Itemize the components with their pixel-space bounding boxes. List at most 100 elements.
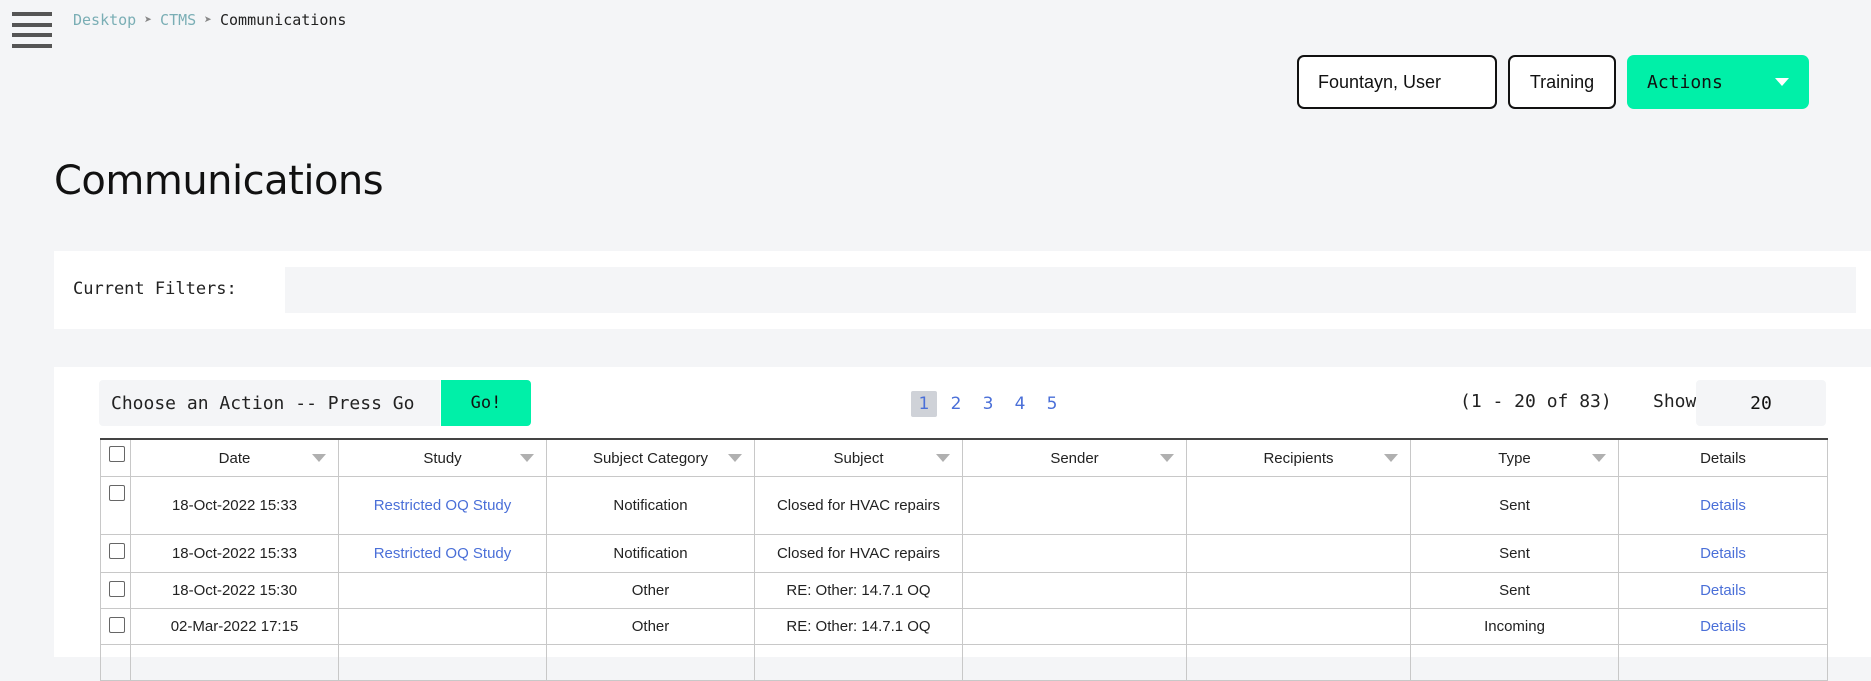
sort-triangle-icon[interactable]: [312, 454, 326, 462]
page-link-1[interactable]: 1: [911, 391, 937, 417]
row-checkbox[interactable]: [109, 485, 125, 501]
cell-recipients: [1186, 644, 1411, 681]
column-header-study[interactable]: Study: [338, 438, 547, 477]
row-select-cell: [100, 534, 131, 573]
show-label: Show: [1653, 391, 1697, 412]
action-select[interactable]: Choose an Action -- Press Go: [99, 380, 440, 426]
column-header-type[interactable]: Type: [1410, 438, 1619, 477]
page-link-2[interactable]: 2: [943, 391, 969, 417]
cell-sender: [962, 644, 1187, 681]
training-button[interactable]: Training: [1508, 55, 1616, 109]
cell-study: Restricted OQ Study: [338, 534, 547, 573]
cell-category: Other: [546, 572, 755, 609]
row-checkbox[interactable]: [109, 543, 125, 559]
cell-subject: Closed for HVAC repairs: [754, 534, 963, 573]
page-title: Communications: [54, 158, 384, 204]
cell-subject: RE: Other: 14.7.1 OQ: [754, 608, 963, 645]
details-link[interactable]: Details: [1700, 497, 1746, 514]
table-header-row: Date Study Subject Category Subject Send…: [100, 438, 1828, 477]
table-row: [100, 644, 1828, 681]
row-checkbox[interactable]: [109, 581, 125, 597]
study-link[interactable]: Restricted OQ Study: [374, 497, 512, 514]
cell-recipients: [1186, 608, 1411, 645]
hamburger-bar: [12, 22, 52, 27]
cell-date: [130, 644, 339, 681]
sort-triangle-icon[interactable]: [1384, 454, 1398, 462]
cell-date: 02-Mar-2022 17:15: [130, 608, 339, 645]
cell-subject: RE: Other: 14.7.1 OQ: [754, 572, 963, 609]
column-label: Study: [423, 449, 462, 467]
breadcrumb-link-desktop[interactable]: Desktop: [73, 11, 136, 29]
communications-panel: Choose an Action -- Press Go Go! 1 2 3 4…: [54, 367, 1871, 681]
communications-table: Date Study Subject Category Subject Send…: [100, 438, 1828, 681]
hamburger-bar: [12, 33, 52, 38]
cell-sender: [962, 534, 1187, 573]
details-link[interactable]: Details: [1700, 618, 1746, 635]
cell-recipients: [1186, 572, 1411, 609]
pagination: 1 2 3 4 5: [911, 391, 1065, 417]
study-link[interactable]: Restricted OQ Study: [374, 545, 512, 562]
cell-type: Sent: [1410, 534, 1619, 573]
cell-study: Restricted OQ Study: [338, 476, 547, 535]
column-label: Sender: [1050, 449, 1099, 467]
breadcrumb: Desktop ➤ CTMS ➤ Communications: [73, 11, 346, 29]
cell-sender: [962, 608, 1187, 645]
select-all-checkbox[interactable]: [109, 446, 125, 462]
breadcrumb-current: Communications: [220, 11, 347, 29]
table-row: 18-Oct-2022 15:30 Other RE: Other: 14.7.…: [100, 572, 1828, 609]
details-link[interactable]: Details: [1700, 545, 1746, 562]
page-size-input[interactable]: 20: [1696, 380, 1826, 426]
cell-date: 18-Oct-2022 15:33: [130, 534, 339, 573]
sort-triangle-icon[interactable]: [520, 454, 534, 462]
breadcrumb-link-ctms[interactable]: CTMS: [160, 11, 196, 29]
actions-label: Actions: [1647, 71, 1723, 93]
column-label: Subject Category: [592, 449, 709, 467]
table-row: 02-Mar-2022 17:15 Other RE: Other: 14.7.…: [100, 608, 1828, 645]
table-row: 18-Oct-2022 15:33 Restricted OQ Study No…: [100, 534, 1828, 573]
arrowhead-icon: ➤: [144, 12, 153, 28]
column-header-details: Details: [1618, 438, 1828, 477]
cell-date: 18-Oct-2022 15:30: [130, 572, 339, 609]
sort-triangle-icon[interactable]: [728, 454, 742, 462]
header-buttons: Fountayn, User Training Actions: [1297, 55, 1809, 109]
page-link-3[interactable]: 3: [975, 391, 1001, 417]
row-select-cell: [100, 476, 131, 535]
cell-type: Sent: [1410, 572, 1619, 609]
cell-details: Details: [1618, 534, 1828, 573]
cell-category: Other: [546, 608, 755, 645]
user-button[interactable]: Fountayn, User: [1297, 55, 1497, 109]
details-link[interactable]: Details: [1700, 582, 1746, 599]
column-header-subject[interactable]: Subject: [754, 438, 963, 477]
row-checkbox[interactable]: [109, 617, 125, 633]
sort-triangle-icon[interactable]: [936, 454, 950, 462]
sort-triangle-icon[interactable]: [1592, 454, 1606, 462]
column-header-subject-category[interactable]: Subject Category: [546, 438, 755, 477]
cell-recipients: [1186, 476, 1411, 535]
cell-date: 18-Oct-2022 15:33: [130, 476, 339, 535]
cell-type: Sent: [1410, 476, 1619, 535]
cell-sender: [962, 572, 1187, 609]
column-header-date[interactable]: Date: [130, 438, 339, 477]
cell-study: [338, 644, 547, 681]
hamburger-menu-icon[interactable]: [12, 12, 52, 48]
current-filters-box: [285, 267, 1856, 313]
cell-category: [546, 644, 755, 681]
cell-details: Details: [1618, 476, 1828, 535]
column-label: Recipients: [1263, 449, 1334, 467]
cell-recipients: [1186, 534, 1411, 573]
go-button[interactable]: Go!: [441, 380, 531, 426]
row-select-cell: [100, 608, 131, 645]
select-all-cell: [100, 438, 131, 477]
column-header-recipients[interactable]: Recipients: [1186, 438, 1411, 477]
cell-details: [1618, 644, 1828, 681]
record-range: (1 - 20 of 83): [1460, 391, 1612, 412]
sort-triangle-icon[interactable]: [1160, 454, 1174, 462]
cell-study: [338, 608, 547, 645]
cell-category: Notification: [546, 534, 755, 573]
arrowhead-icon: ➤: [204, 12, 212, 28]
column-header-sender[interactable]: Sender: [962, 438, 1187, 477]
current-filters-label: Current Filters:: [73, 279, 237, 299]
actions-dropdown-button[interactable]: Actions: [1627, 55, 1809, 109]
page-link-4[interactable]: 4: [1007, 391, 1033, 417]
page-link-5[interactable]: 5: [1039, 391, 1065, 417]
